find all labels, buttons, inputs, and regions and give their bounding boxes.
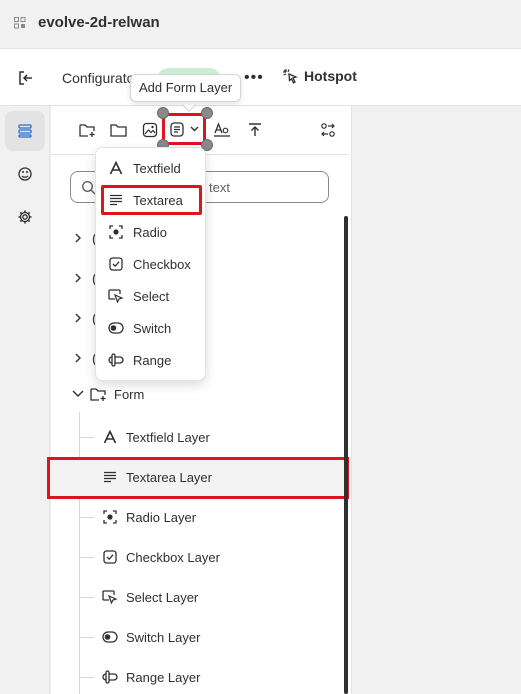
tree-connector	[80, 677, 94, 678]
window-title: evolve-2d-relwan	[38, 14, 160, 31]
layer-label: Textarea Layer	[126, 469, 212, 485]
tree-group-label: Form	[114, 386, 145, 402]
search-placeholder: text	[209, 180, 230, 195]
hotspot-icon	[283, 69, 298, 84]
app-icon	[14, 17, 26, 29]
menu-item-checkbox[interactable]: Checkbox	[108, 253, 191, 275]
more-icon[interactable]: •••	[244, 70, 264, 86]
tree-group-collapsed[interactable]: (	[70, 346, 97, 370]
radio-icon	[102, 509, 118, 525]
folder-icon[interactable]	[109, 120, 129, 140]
selection-handle	[201, 107, 213, 119]
form-layer-dropdown: Textfield Textarea Radio Checkbox Select…	[95, 147, 206, 381]
theme-rail-button[interactable]	[5, 154, 45, 194]
tooltip: Add Form Layer	[130, 74, 242, 102]
tree-connector	[80, 637, 94, 638]
add-group-icon[interactable]	[78, 120, 98, 140]
chevron-right-icon[interactable]	[70, 350, 86, 366]
textarea-lines-icon	[102, 469, 118, 485]
layer-label: Range Layer	[126, 669, 201, 685]
select-cursor-icon	[108, 288, 124, 304]
tree-layer-switch[interactable]: Switch Layer	[102, 626, 200, 648]
add-form-layer-button[interactable]	[162, 113, 206, 145]
tree-layer-checkbox[interactable]: Checkbox Layer	[102, 546, 220, 568]
top-toolbar: Configurator ••• Hotspot	[0, 48, 521, 106]
chevron-down-icon[interactable]	[72, 390, 84, 398]
tree-layer-select[interactable]: Select Layer	[102, 586, 198, 608]
menu-item-label: Switch	[133, 320, 172, 336]
upload-icon[interactable]	[245, 120, 265, 140]
layers-rail-button[interactable]	[5, 111, 45, 151]
tree-connector	[79, 412, 80, 694]
menu-item-label: Select	[133, 288, 170, 304]
menu-item-label: Radio	[133, 224, 167, 240]
layer-label: Radio Layer	[126, 509, 197, 525]
tree-connector	[80, 517, 94, 518]
switch-icon	[102, 629, 118, 645]
image-layer-icon[interactable]	[140, 120, 160, 140]
tree-group-form[interactable]: Form	[72, 386, 144, 402]
selection-handle	[157, 107, 169, 119]
form-icon	[169, 121, 184, 137]
tree-group-collapsed[interactable]: (	[70, 226, 97, 250]
select-cursor-icon	[102, 589, 118, 605]
menu-item-label: Checkbox	[133, 256, 191, 272]
swap-icon[interactable]	[318, 120, 338, 140]
panel-scrollbar[interactable]	[344, 216, 348, 694]
menu-item-textfield[interactable]: Textfield	[108, 157, 181, 179]
radio-icon	[108, 224, 124, 240]
menu-item-radio[interactable]: Radio	[108, 221, 167, 243]
settings-rail-button[interactable]	[5, 197, 45, 237]
tree-layer-range[interactable]: Range Layer	[102, 666, 200, 688]
menu-item-label: Textfield	[133, 160, 181, 176]
menu-item-highlight	[101, 185, 202, 215]
chevron-right-icon[interactable]	[70, 270, 86, 286]
tree-layer-textfield[interactable]: Textfield Layer	[102, 426, 210, 448]
exit-icon[interactable]	[16, 68, 36, 88]
chevron-right-icon[interactable]	[70, 310, 86, 326]
tree-group-collapsed[interactable]: (	[70, 306, 97, 330]
panel-divider	[351, 106, 352, 694]
left-rail	[0, 106, 50, 694]
menu-item-range[interactable]: Range	[108, 349, 171, 371]
switch-icon	[108, 320, 124, 336]
tree-group-collapsed[interactable]: (	[70, 266, 97, 290]
letter-a-icon	[108, 160, 124, 176]
tab-configurator[interactable]: Configurator	[62, 70, 136, 86]
menu-item-label: Range	[133, 352, 172, 368]
folder-icon	[90, 388, 106, 401]
chevron-right-icon[interactable]	[70, 230, 86, 246]
text-style-icon[interactable]	[212, 120, 232, 140]
layer-label: Textfield Layer	[126, 429, 210, 445]
hotspot-label: Hotspot	[304, 68, 357, 84]
tree-connector	[80, 597, 94, 598]
menu-item-switch[interactable]: Switch	[108, 317, 171, 339]
layer-label: Checkbox Layer	[126, 549, 220, 565]
chevron-down-icon	[190, 126, 198, 132]
hotspot-button[interactable]: Hotspot	[282, 68, 357, 84]
tree-connector	[80, 557, 94, 558]
tree-layer-textarea[interactable]: Textarea Layer	[102, 466, 212, 488]
range-icon	[108, 352, 124, 368]
letter-a-icon	[102, 429, 118, 445]
menu-item-select[interactable]: Select	[108, 285, 169, 307]
gear-icon	[18, 210, 32, 224]
checkbox-icon	[108, 256, 124, 272]
checkbox-icon	[102, 549, 118, 565]
tree-layer-radio[interactable]: Radio Layer	[102, 506, 196, 528]
layers-icon	[18, 124, 32, 138]
range-icon	[102, 669, 118, 685]
title-bar: evolve-2d-relwan	[0, 0, 521, 48]
tree-connector	[80, 437, 94, 438]
layer-label: Select Layer	[126, 589, 199, 605]
layer-label: Switch Layer	[126, 629, 201, 645]
palette-icon	[18, 167, 32, 181]
